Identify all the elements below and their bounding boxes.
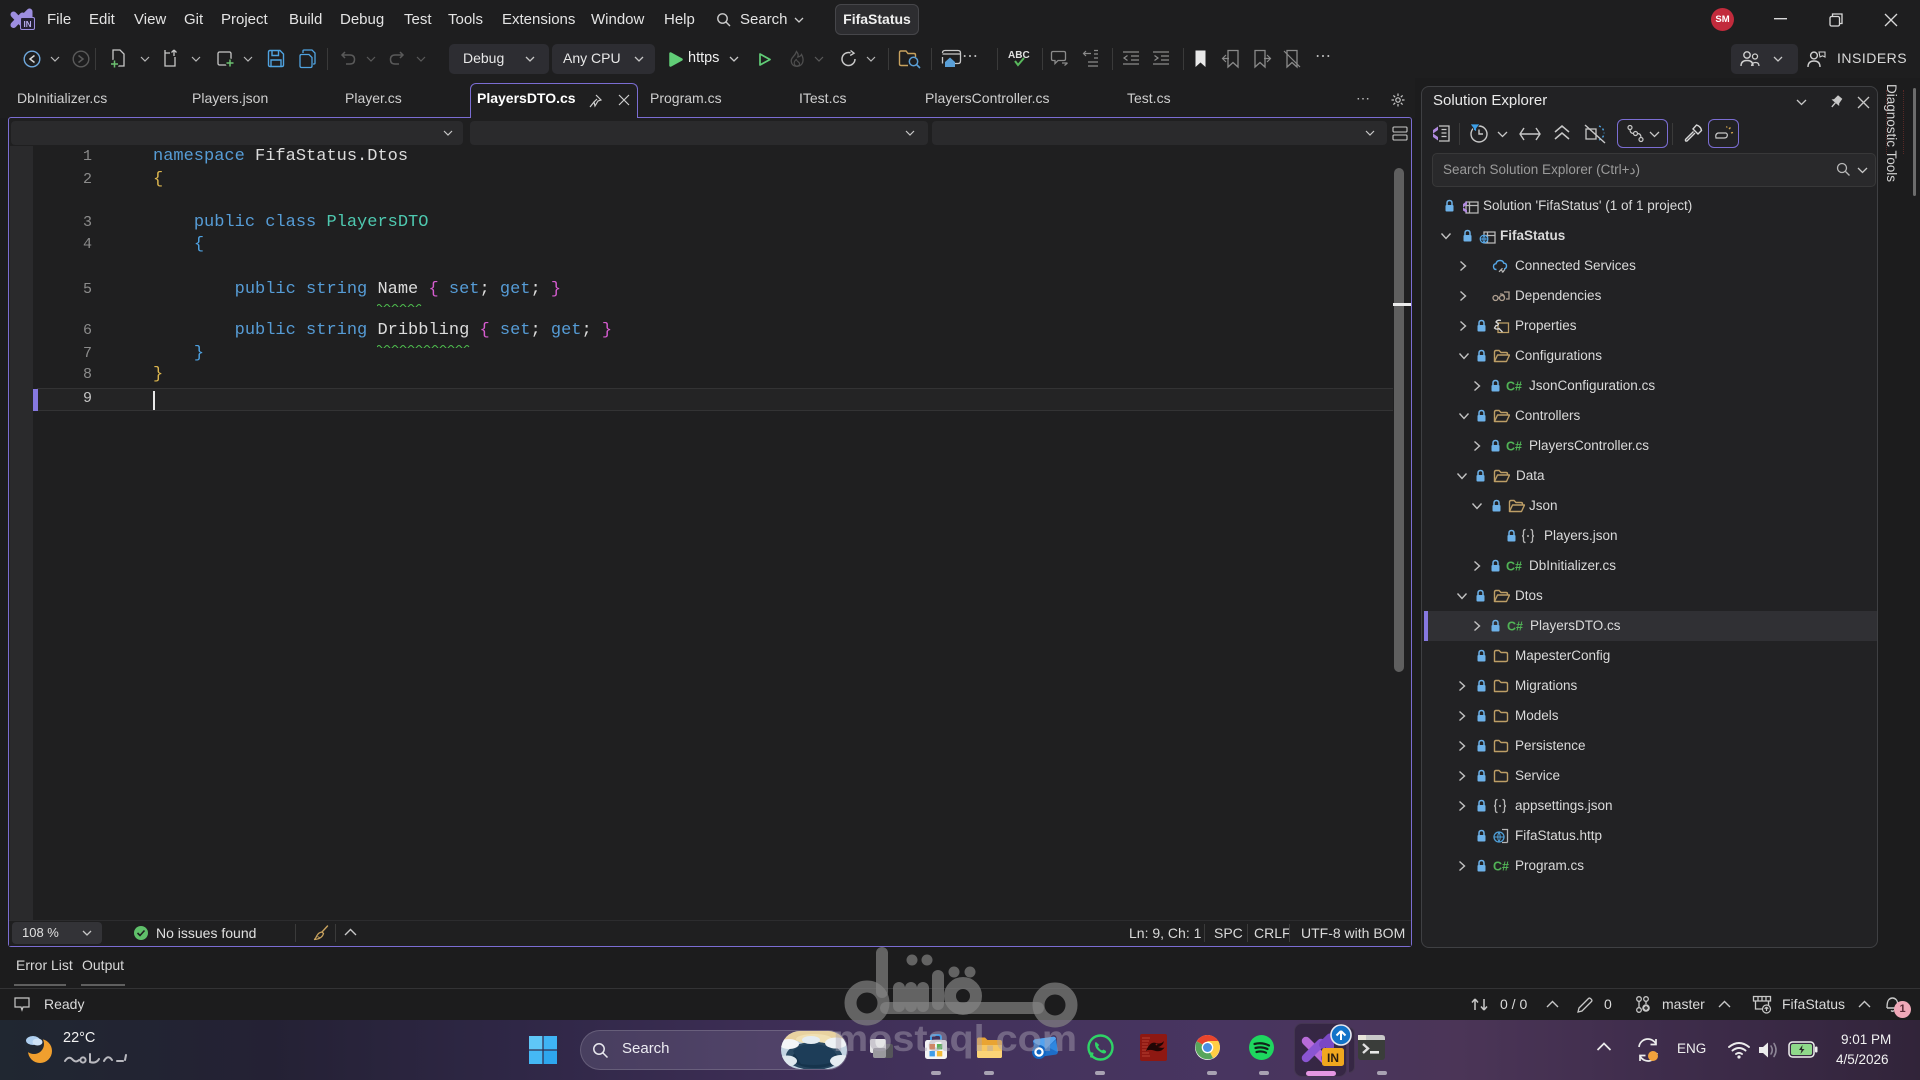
svg-text:C#: C# (1493, 860, 1509, 874)
svg-text:C#: C# (1506, 380, 1522, 394)
svg-text:C#: C# (1506, 440, 1522, 454)
svg-text:mostaql.com: mostaql.com (833, 1018, 1077, 1059)
svg-text:IN: IN (24, 20, 32, 29)
svg-text:C#: C# (1506, 560, 1522, 574)
svg-text:IN: IN (1327, 1051, 1339, 1065)
svg-text:C#: C# (1507, 620, 1523, 634)
svg-text:ABC: ABC (1008, 50, 1030, 61)
